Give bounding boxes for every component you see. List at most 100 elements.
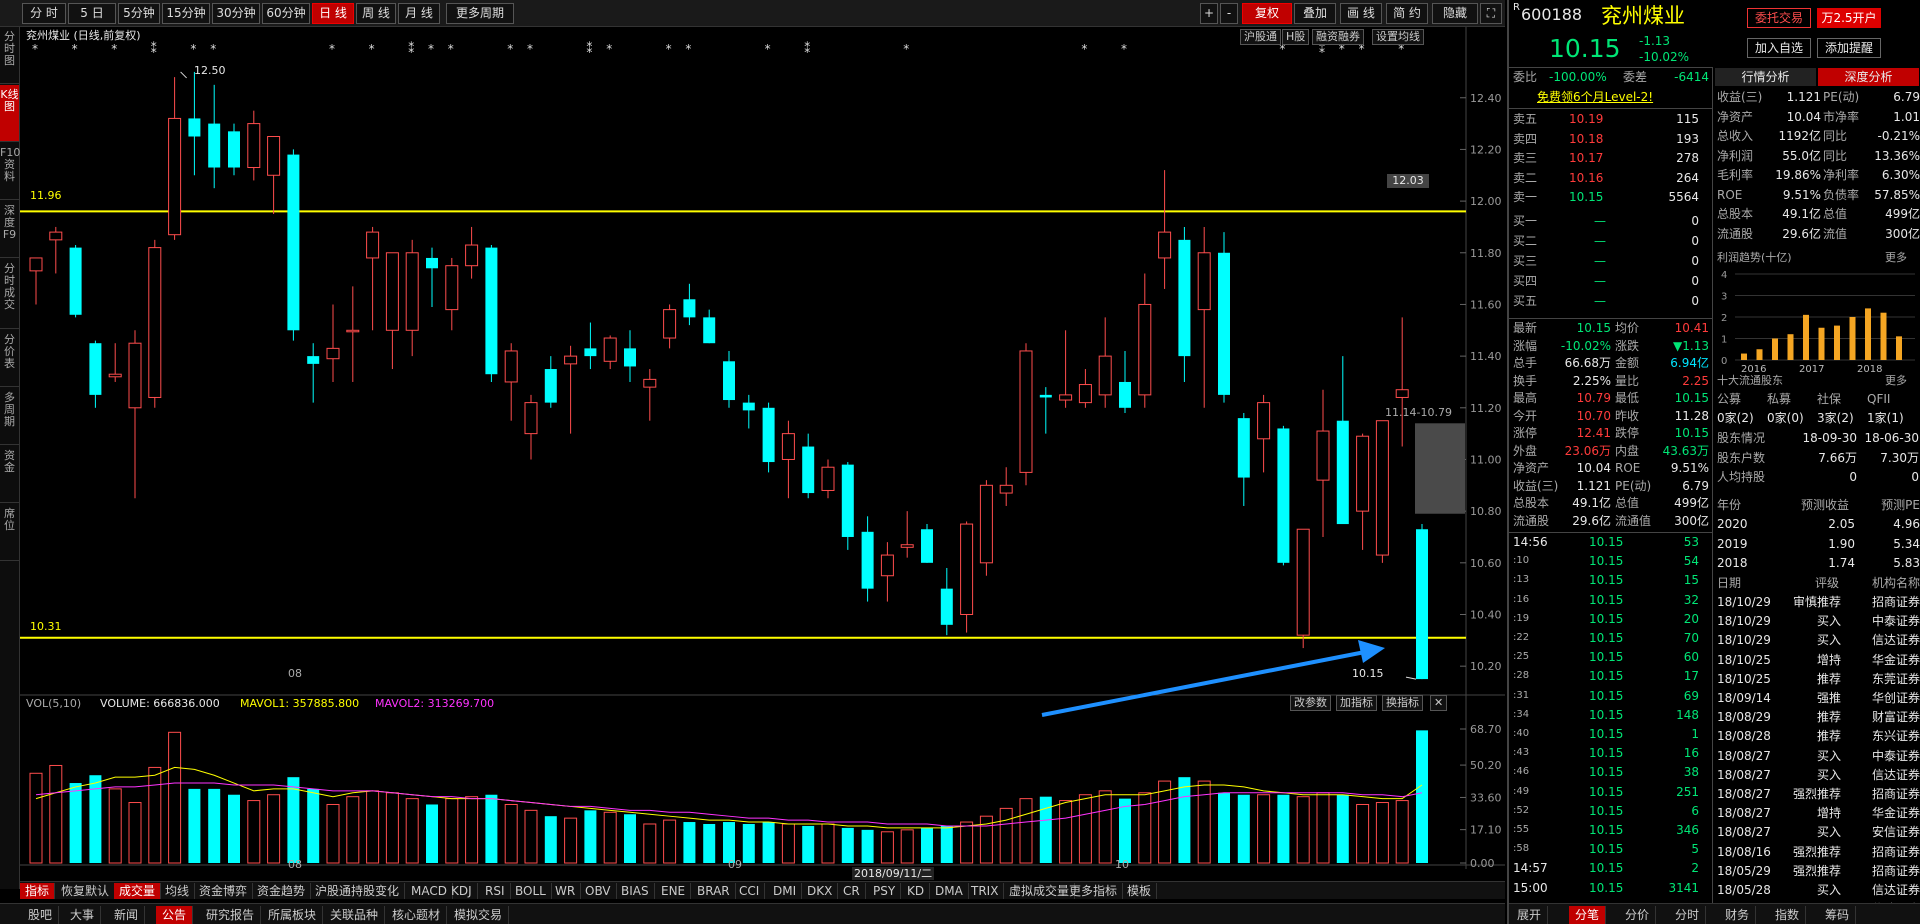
indicator-tab-23[interactable]: TRIX [966, 883, 1005, 899]
hk-connect-button[interactable]: 沪股通 [1240, 29, 1281, 45]
period-more-button[interactable]: 更多周期 [446, 3, 514, 24]
indicator-tab-25[interactable]: 更多指标 [1064, 883, 1124, 899]
hide-button[interactable]: 隐藏 [1432, 3, 1478, 24]
indicator-tab-9[interactable]: RSI [480, 883, 511, 899]
add-indicator-button[interactable]: 加指标 [1336, 695, 1377, 711]
period-week-button[interactable]: 周 线 [356, 3, 396, 24]
period-month-button[interactable]: 月 线 [398, 3, 440, 24]
period-5day-button[interactable]: 5 日 [68, 3, 116, 24]
tab-quote-analysis[interactable]: 行情分析 [1715, 68, 1816, 86]
indicator-tab-8[interactable]: KDJ [446, 883, 478, 899]
rating-org[interactable]: 东兴证券 [1847, 727, 1920, 745]
indicator-tab-15[interactable]: BRAR [692, 883, 736, 899]
bottom-tab-4[interactable]: 研究报告 [200, 906, 262, 924]
rating-org[interactable]: 招商证券 [1847, 843, 1920, 861]
rating-org[interactable]: 信达证券 [1847, 881, 1920, 899]
right-bottom-tab-4[interactable]: 指数 [1769, 906, 1807, 924]
left-tab-kline[interactable]: K线图 [0, 85, 19, 142]
right-bottom-tab-5[interactable]: 筹码 [1819, 906, 1857, 924]
indicator-tab-3[interactable]: 均线 [160, 883, 196, 899]
indicator-tab-20[interactable]: PSY [868, 883, 902, 899]
left-tab-f9[interactable]: 深度F9 [0, 201, 19, 258]
h-share-button[interactable]: H股 [1282, 29, 1310, 45]
bottom-tab-0[interactable]: 股吧 [22, 906, 60, 924]
indicator-tab-14[interactable]: ENE [656, 883, 692, 899]
left-tab-multi-period[interactable]: 多周期 [0, 388, 19, 445]
bottom-tab-1[interactable]: 大事 [64, 906, 102, 924]
rating-org[interactable]: 中泰证券 [1847, 612, 1920, 630]
rating-org[interactable]: 信达证券 [1847, 631, 1920, 649]
indicator-tab-10[interactable]: BOLL [510, 883, 552, 899]
indicator-tab-19[interactable]: CR [838, 883, 866, 899]
right-bottom-tab-1[interactable]: 分价 [1619, 906, 1657, 924]
bottom-tab-5[interactable]: 所属板块 [262, 906, 324, 924]
rating-org[interactable]: 信达证券 [1847, 766, 1920, 784]
rating-org[interactable]: 华金证券 [1847, 804, 1920, 822]
edit-params-button[interactable]: 改参数 [1290, 695, 1331, 711]
indicator-tab-4[interactable]: 资金博弈 [194, 883, 254, 899]
fuquan-button[interactable]: 复权 [1242, 3, 1292, 24]
left-tab-f10[interactable]: F10资料 [0, 143, 20, 200]
indicator-tab-2[interactable]: 成交量 [114, 883, 162, 899]
rating-org[interactable]: 招商证券 [1847, 862, 1920, 880]
left-tab-fund[interactable]: 资金 [0, 446, 19, 503]
zoom-in-button[interactable]: + [1200, 3, 1218, 24]
indicator-tab-17[interactable]: DMI [768, 883, 803, 899]
rating-org[interactable]: 东莞证券 [1847, 670, 1920, 688]
holders-more-link[interactable]: 更多 [1885, 374, 1907, 388]
draw-line-button[interactable]: 画 线 [1340, 3, 1382, 24]
simple-button[interactable]: 简 约 [1386, 3, 1428, 24]
period-5min-button[interactable]: 5分钟 [118, 3, 160, 24]
left-tab-fenshi[interactable]: 分时图 [0, 27, 19, 84]
indicator-tab-22[interactable]: DMA [930, 883, 969, 899]
bottom-tab-6[interactable]: 关联品种 [324, 906, 386, 924]
switch-indicator-button[interactable]: 换指标 [1382, 695, 1423, 711]
profit-more-link[interactable]: 更多 [1885, 251, 1907, 265]
right-bottom-tab-3[interactable]: 财务 [1719, 906, 1757, 924]
period-fenshi-button[interactable]: 分 时 [22, 3, 66, 24]
left-tab-seat[interactable]: 席位 [0, 504, 19, 561]
rating-org[interactable]: 中泰证券 [1847, 747, 1920, 765]
expand-button[interactable]: 展开 [1511, 906, 1549, 924]
level2-promo-link[interactable]: 免费领6个月Level-2! [1537, 88, 1653, 106]
indicator-tab-12[interactable]: OBV [580, 883, 617, 899]
rating-org[interactable]: 安信证券 [1847, 823, 1920, 841]
kline-chart[interactable]: 12.40 12.20 12.00 11.80 11.60 11.40 11.20 11.00… [20, 27, 1505, 869]
trade-button[interactable]: 委托交易 [1747, 8, 1811, 28]
indicator-tab-5[interactable]: 资金趋势 [252, 883, 312, 899]
indicator-tab-18[interactable]: DKX [802, 883, 839, 899]
rating-org[interactable]: 财富证券 [1847, 708, 1920, 726]
rating-org[interactable]: 招商证券 [1847, 785, 1920, 803]
right-bottom-tab-0[interactable]: 分笔 [1569, 906, 1607, 924]
bottom-tab-3[interactable]: 公告 [156, 906, 194, 924]
left-tab-price-table[interactable]: 分价表 [0, 330, 19, 387]
overlay-button[interactable]: 叠加 [1294, 3, 1336, 24]
add-watch-button[interactable]: 加入自选 [1747, 38, 1811, 58]
indicator-tab-13[interactable]: BIAS [616, 883, 655, 899]
tab-deep-analysis[interactable]: 深度分析 [1818, 68, 1919, 86]
period-30min-button[interactable]: 30分钟 [212, 3, 260, 24]
period-15min-button[interactable]: 15分钟 [162, 3, 210, 24]
indicator-tab-0[interactable]: 指标 [20, 883, 56, 899]
zoom-out-button[interactable]: - [1220, 3, 1238, 24]
indicator-tab-21[interactable]: KD [902, 883, 931, 899]
margin-button[interactable]: 融资融券 [1312, 29, 1364, 45]
open-account-button[interactable]: 万2.5开户 [1817, 8, 1881, 28]
indicator-tab-6[interactable]: 沪股通持股变化 [310, 883, 406, 899]
bottom-tab-7[interactable]: 核心题材 [386, 906, 448, 924]
indicator-tab-16[interactable]: CCI [734, 883, 766, 899]
add-alert-button[interactable]: 添加提醒 [1817, 38, 1881, 58]
right-bottom-tab-2[interactable]: 分时 [1669, 906, 1707, 924]
set-ma-button[interactable]: 设置均线 [1372, 29, 1424, 45]
bottom-tab-2[interactable]: 新闻 [108, 906, 146, 924]
fullscreen-icon[interactable]: ⛶ [1480, 3, 1502, 24]
rating-org[interactable]: 华创证券 [1847, 689, 1920, 707]
rating-org[interactable]: 华金证券 [1847, 651, 1920, 669]
period-day-button[interactable]: 日 线 [312, 3, 354, 24]
indicator-tab-1[interactable]: 恢复默认 [56, 883, 116, 899]
left-tab-tick[interactable]: 分时成交 [0, 259, 19, 329]
indicator-tab-11[interactable]: WR [550, 883, 582, 899]
close-indicator-icon[interactable]: ✕ [1430, 695, 1448, 711]
period-60min-button[interactable]: 60分钟 [262, 3, 310, 24]
rating-org[interactable]: 招商证券 [1847, 593, 1920, 611]
